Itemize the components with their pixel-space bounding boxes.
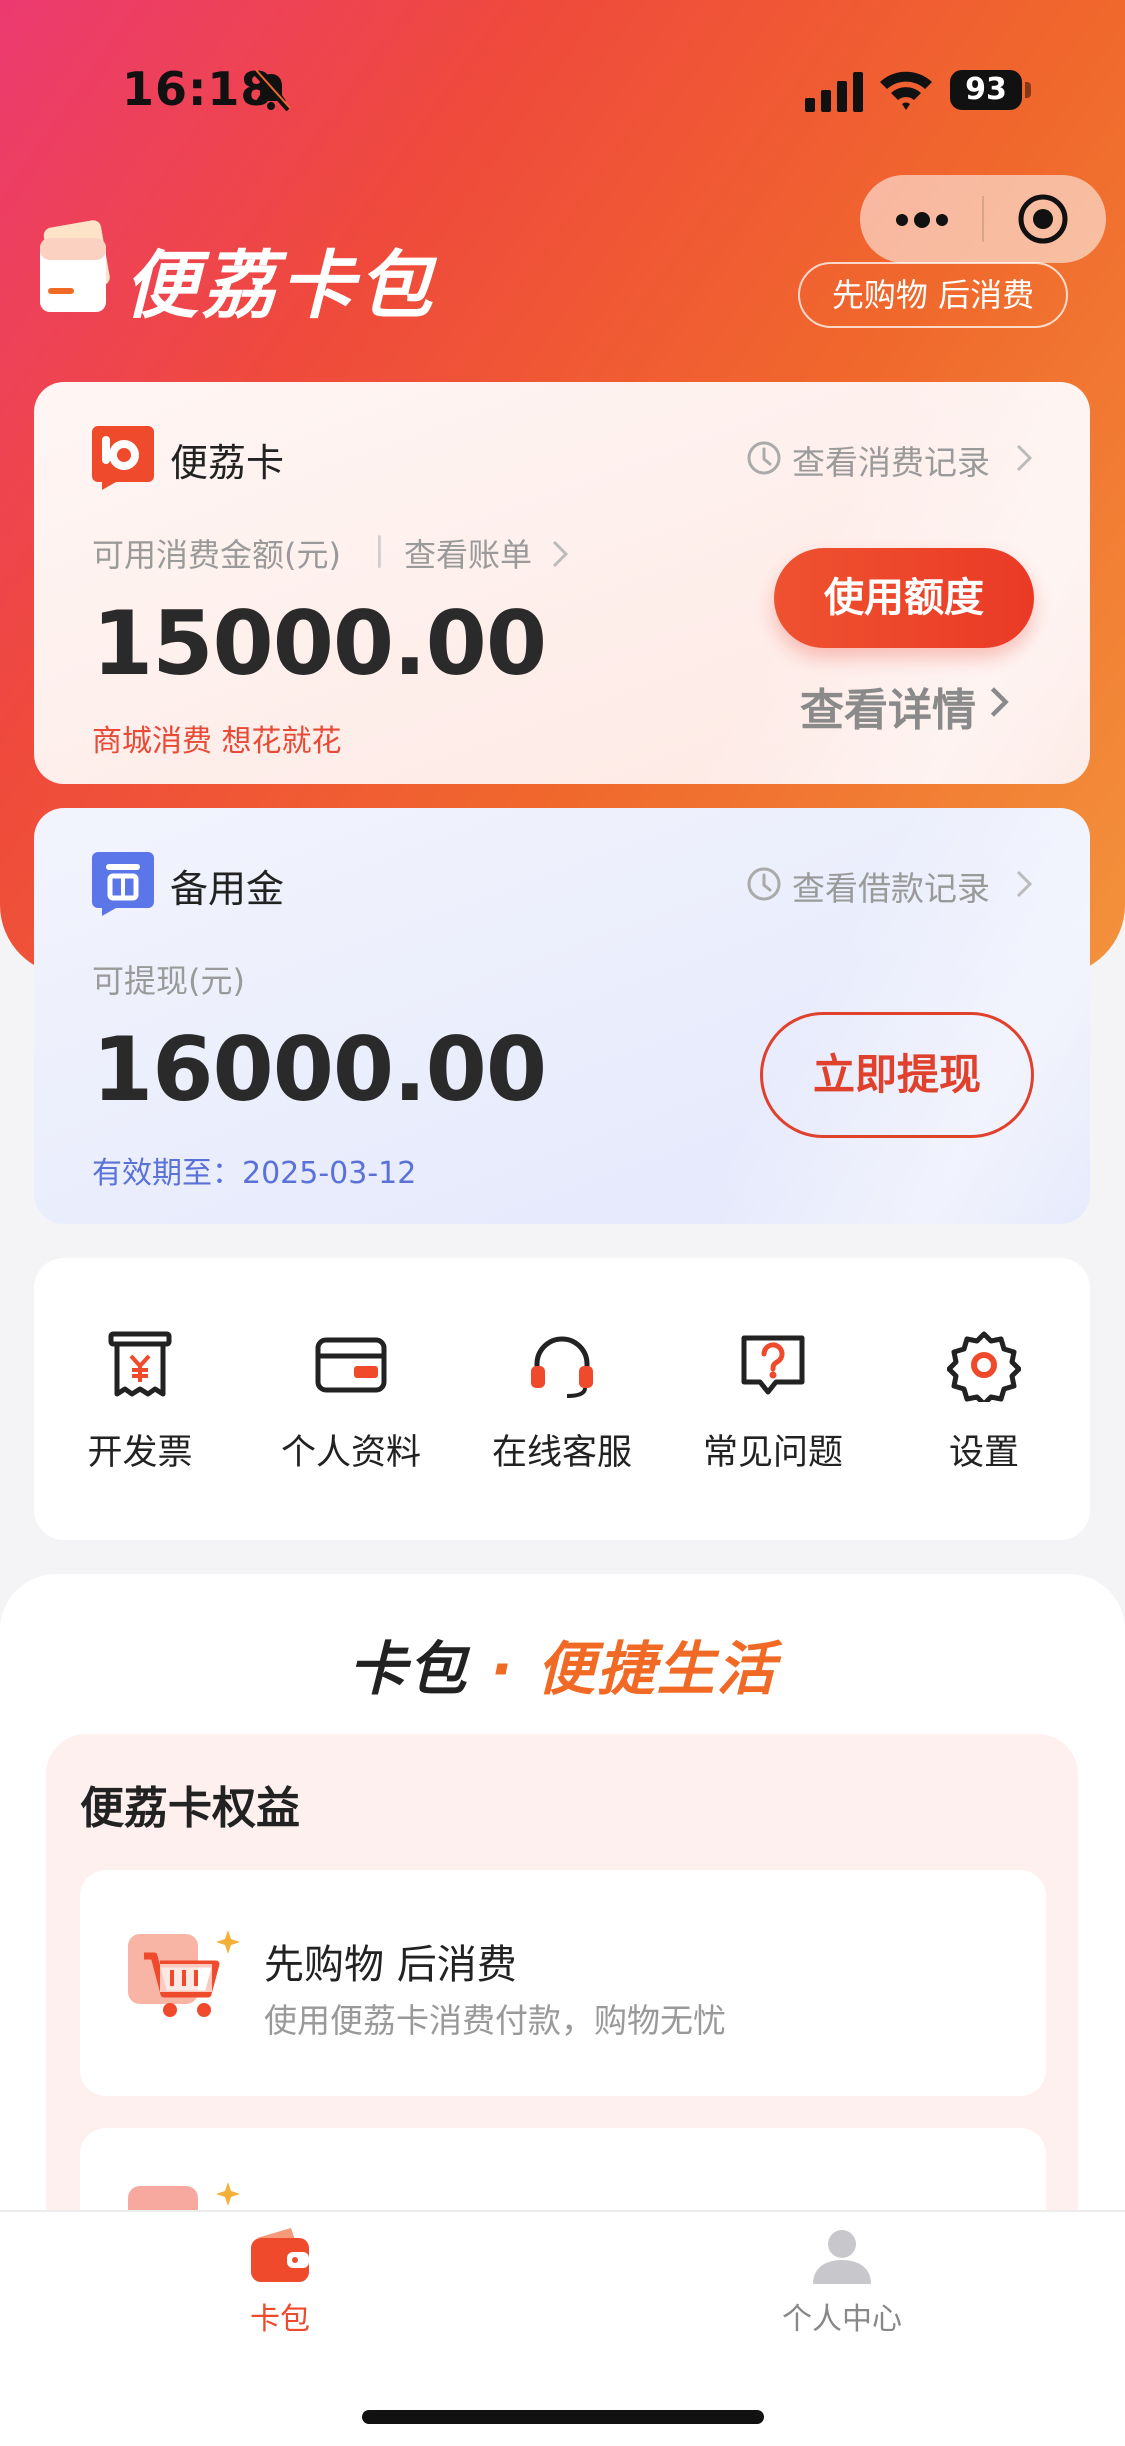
gear-icon — [947, 1331, 1021, 1402]
tab-label: 卡包 — [250, 2302, 310, 2337]
chevron-right-icon — [1016, 444, 1033, 472]
quick-action-invoice[interactable]: 开发票 — [40, 1328, 240, 1488]
chevron-right-icon — [552, 540, 569, 568]
brand-title: 便荔卡包 — [124, 243, 436, 329]
capsule-divider — [982, 196, 984, 242]
more-dots-icon[interactable] — [892, 208, 952, 232]
benefit-item-shopping[interactable]: 先购物 后消费 使用便荔卡消费付款，购物无忧 — [80, 1870, 1046, 2096]
faq-icon — [741, 1335, 805, 1395]
quick-action-faq[interactable]: 常见问题 — [673, 1328, 873, 1488]
clock-icon — [747, 867, 781, 901]
wifi-icon — [880, 71, 932, 110]
quick-action-label: 常见问题 — [702, 1433, 843, 1473]
quick-action-profile[interactable]: 个人资料 — [251, 1328, 451, 1488]
use-credit-button[interactable]: 使用额度 — [774, 548, 1034, 648]
quick-actions-panel: 开发票 个人资料 在线客服 常见问题 设置 — [34, 1258, 1090, 1540]
quick-action-label: 设置 — [948, 1433, 1019, 1473]
quick-action-settings[interactable]: 设置 — [884, 1328, 1084, 1488]
battery-level: 93 — [950, 70, 1022, 110]
withdraw-now-button[interactable]: 立即提现 — [760, 1012, 1034, 1138]
shopping-cart-icon — [128, 1930, 240, 2017]
tab-card-wallet[interactable]: 卡包 — [160, 2224, 400, 2354]
user-icon — [813, 2230, 871, 2284]
quick-action-label: 个人资料 — [280, 1433, 421, 1473]
quick-action-label: 开发票 — [87, 1433, 193, 1473]
home-indicator[interactable] — [362, 2410, 764, 2424]
headset-icon — [531, 1336, 593, 1398]
chevron-right-icon — [1016, 870, 1033, 898]
benefits-title: 便荔卡权益 — [80, 1783, 300, 1834]
lizhi-slogan: 商城消费 想花就花 — [92, 724, 342, 759]
section-title-dot: · — [490, 1635, 515, 1703]
tab-label: 个人中心 — [782, 2302, 902, 2337]
tagline-pill: 先购物 后消费 — [798, 262, 1068, 328]
view-bill-link[interactable]: 查看账单 — [404, 530, 532, 576]
chevron-right-icon — [990, 687, 1009, 717]
section-title-main: 卡包 — [348, 1635, 469, 1703]
label-separator: | — [374, 530, 385, 568]
reserve-fund-name: 备用金 — [170, 867, 285, 911]
id-card-icon — [315, 1337, 387, 1393]
withdrawable-label: 可提现(元) — [92, 962, 245, 1000]
reserve-fund-card: 备用金 查看借款记录 可提现(元) 16000.00 有效期至：2025-03-… — [34, 808, 1090, 1224]
consumption-record-link[interactable]: 查看消费记录 — [792, 436, 990, 484]
clock-icon — [747, 441, 781, 475]
invoice-icon — [108, 1331, 172, 1397]
section-title-accent: 便捷生活 — [536, 1635, 777, 1703]
wallet-icon — [251, 2228, 309, 2282]
bell-muted-icon — [252, 69, 291, 112]
loan-record-link[interactable]: 查看借款记录 — [792, 862, 990, 910]
available-amount-label: 可用消费金额(元) — [92, 536, 341, 574]
battery-nub — [1025, 82, 1031, 98]
benefit-description: 使用便荔卡消费付款，购物无忧 — [264, 2001, 726, 2040]
quick-action-label: 在线客服 — [491, 1433, 632, 1473]
reserve-fund-logo-icon — [92, 852, 154, 916]
lizhi-card-logo-icon — [92, 426, 154, 490]
tab-profile[interactable]: 个人中心 — [722, 2224, 962, 2354]
card-wallet-logo-icon — [40, 220, 110, 312]
quick-action-customer-service[interactable]: 在线客服 — [462, 1328, 662, 1488]
reserve-amount: 16000.00 — [92, 1018, 547, 1121]
close-target-icon[interactable] — [1016, 192, 1070, 246]
lizhi-amount: 15000.00 — [92, 592, 547, 695]
cellular-signal-icon — [805, 72, 863, 112]
lizhi-card: 便荔卡 查看消费记录 可用消费金额(元) | 查看账单 15000.00 商城消… — [34, 382, 1090, 784]
view-detail-link[interactable]: 查看详情 — [800, 674, 976, 738]
benefit-name: 先购物 后消费 — [264, 1942, 517, 1988]
lizhi-card-name: 便荔卡 — [170, 441, 285, 485]
validity-date: 有效期至：2025-03-12 — [92, 1156, 417, 1191]
section-title: 卡包 · 便捷生活 — [0, 1622, 1125, 1706]
